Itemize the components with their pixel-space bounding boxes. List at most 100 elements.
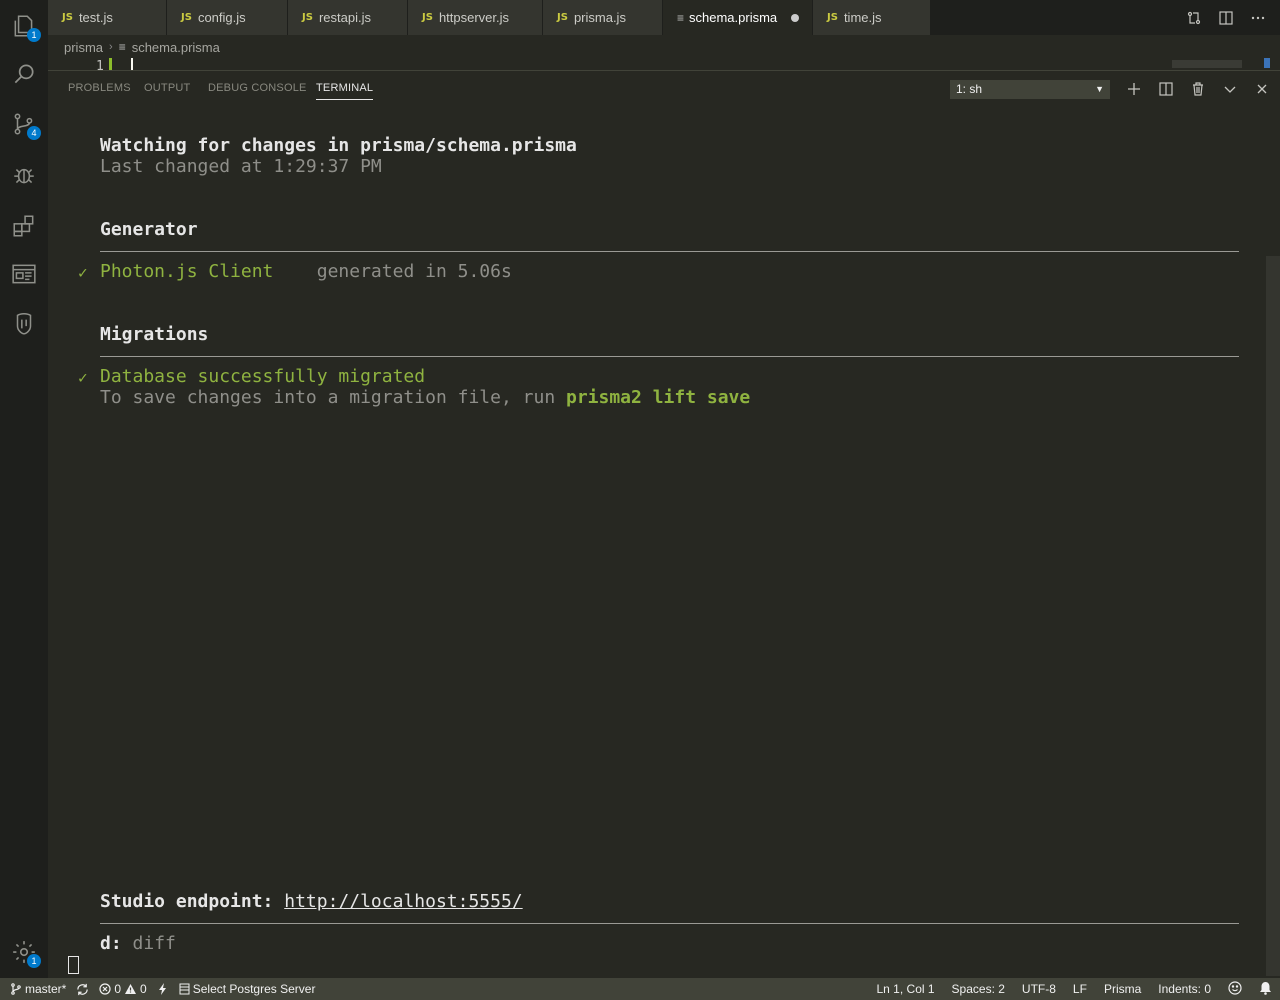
terminal-cursor — [68, 956, 79, 974]
settings-badge: 1 — [27, 954, 41, 968]
watching-line: Watching for changes in prisma/schema.pr… — [100, 135, 577, 156]
js-file-icon: JS — [181, 12, 192, 23]
tab-label: restapi.js — [318, 10, 371, 25]
error-count: 0 — [114, 982, 122, 996]
terminal-scrollbar[interactable] — [1266, 256, 1280, 976]
editor-actions — [1182, 0, 1280, 35]
postgres-server-label: Select Postgres Server — [192, 982, 316, 996]
divider — [100, 923, 1239, 924]
dropdown-arrow-icon: ▼ — [1095, 84, 1104, 94]
branch-item[interactable]: master* — [10, 982, 66, 996]
tab-debug-console[interactable]: DEBUG CONSOLE — [208, 82, 307, 94]
tab-restapi-js[interactable]: JS restapi.js — [288, 0, 408, 35]
tab-httpserver-js[interactable]: JS httpserver.js — [408, 0, 543, 35]
tab-label: httpserver.js — [438, 10, 510, 25]
notifications-bell-icon[interactable] — [1259, 981, 1272, 998]
js-file-icon: JS — [827, 12, 838, 23]
migration-status: Database successfully migrated — [100, 366, 426, 387]
line-number: 1 — [96, 59, 104, 70]
debug-icon[interactable] — [0, 151, 48, 199]
divider — [100, 251, 1239, 252]
tab-config-js[interactable]: JS config.js — [167, 0, 288, 35]
prisma-file-icon: ≡ — [118, 40, 126, 54]
migration-hint: To save changes into a migration file, r… — [100, 387, 751, 408]
lightning-icon[interactable] — [157, 983, 169, 995]
error-icon — [99, 983, 111, 995]
unsaved-dot-icon[interactable] — [791, 13, 800, 22]
tab-problems[interactable]: PROBLEMS — [68, 82, 131, 94]
js-file-icon: JS — [62, 12, 73, 23]
sync-icon[interactable] — [76, 983, 89, 996]
breadcrumb: prisma › ≡ schema.prisma — [64, 37, 220, 57]
minimap-scroll-marker — [1264, 58, 1270, 68]
server-icon — [179, 983, 190, 995]
migrations-heading: Migrations — [100, 324, 209, 345]
last-changed-line: Last changed at 1:29:37 PM — [100, 156, 382, 177]
panel-actions — [1122, 77, 1274, 101]
split-editor-icon[interactable] — [1214, 6, 1238, 30]
gear-icon[interactable]: 1 — [0, 928, 48, 976]
warning-count: 0 — [140, 982, 147, 996]
status-bar: master* 0 0 Select Postgres Server Ln 1,… — [0, 978, 1280, 1000]
generator-heading: Generator — [100, 219, 198, 240]
indent-spaces[interactable]: Spaces: 2 — [952, 982, 1005, 996]
terminal-selector-value: 1: sh — [956, 82, 983, 96]
file-encoding[interactable]: UTF-8 — [1022, 982, 1056, 996]
trash-icon[interactable] — [1186, 77, 1210, 101]
text-cursor — [131, 58, 133, 70]
js-file-icon: JS — [302, 12, 313, 23]
close-icon[interactable] — [1250, 77, 1274, 101]
warning-icon — [125, 984, 137, 994]
tab-label: schema.prisma — [689, 10, 778, 25]
minimap[interactable] — [1172, 60, 1242, 68]
tab-prisma-js[interactable]: JS prisma.js — [543, 0, 663, 35]
check-icon: ✓ — [78, 263, 88, 282]
breadcrumb-file[interactable]: schema.prisma — [132, 40, 220, 55]
language-mode[interactable]: Prisma — [1104, 982, 1141, 996]
postgres-server-item[interactable]: Select Postgres Server — [179, 982, 316, 996]
database-icon[interactable] — [0, 300, 48, 348]
tab-label: prisma.js — [573, 10, 626, 25]
editor-tab-bar: JS test.js JS config.js JS restapi.js JS… — [48, 0, 1280, 35]
editor-area[interactable]: 1 — [48, 58, 1280, 70]
split-terminal-icon[interactable] — [1154, 77, 1178, 101]
source-control-icon[interactable]: 4 — [0, 100, 48, 148]
js-file-icon: JS — [422, 12, 433, 23]
tab-schema-prisma[interactable]: ≡ schema.prisma — [663, 0, 813, 35]
js-file-icon: JS — [557, 12, 568, 23]
open-changes-icon[interactable] — [1182, 6, 1206, 30]
explorer-icon[interactable]: 1 — [0, 2, 48, 50]
tab-time-js[interactable]: JS time.js — [813, 0, 931, 35]
more-actions-icon[interactable] — [1246, 6, 1270, 30]
modified-line-marker — [109, 58, 112, 70]
chevron-right-icon: › — [109, 41, 113, 53]
check-icon: ✓ — [78, 368, 88, 387]
new-terminal-icon[interactable] — [1122, 77, 1146, 101]
tab-label: test.js — [78, 10, 113, 25]
tab-label: config.js — [197, 10, 246, 25]
panel-header: PROBLEMS OUTPUT DEBUG CONSOLE TERMINAL 1… — [48, 70, 1280, 106]
indents-count[interactable]: Indents: 0 — [1158, 982, 1211, 996]
branch-icon — [11, 983, 21, 995]
generator-line: Photon.js Client generated in 5.06s — [100, 261, 512, 282]
feedback-smiley-icon[interactable] — [1228, 980, 1242, 998]
problems-item[interactable]: 0 0 — [99, 982, 147, 996]
tab-terminal[interactable]: TERMINAL — [316, 82, 374, 100]
generator-time: generated in 5.06s — [316, 261, 512, 282]
explorer-badge: 1 — [27, 28, 41, 42]
studio-url-link[interactable]: http://localhost:5555/ — [284, 891, 522, 912]
cursor-position[interactable]: Ln 1, Col 1 — [877, 982, 935, 996]
extensions-icon[interactable] — [0, 202, 48, 250]
tab-output[interactable]: OUTPUT — [144, 82, 190, 94]
terminal-output[interactable]: Watching for changes in prisma/schema.pr… — [48, 106, 1280, 978]
end-of-line[interactable]: LF — [1073, 982, 1087, 996]
breadcrumb-folder[interactable]: prisma — [64, 40, 103, 55]
chevron-down-icon[interactable] — [1218, 77, 1242, 101]
source-control-badge: 4 — [27, 126, 41, 140]
divider — [100, 356, 1239, 357]
terminal-selector[interactable]: 1: sh ▼ — [950, 80, 1110, 99]
tab-test-js[interactable]: JS test.js — [48, 0, 167, 35]
search-icon[interactable] — [0, 50, 48, 98]
remote-explorer-icon[interactable] — [0, 250, 48, 298]
branch-name: master* — [25, 982, 67, 996]
